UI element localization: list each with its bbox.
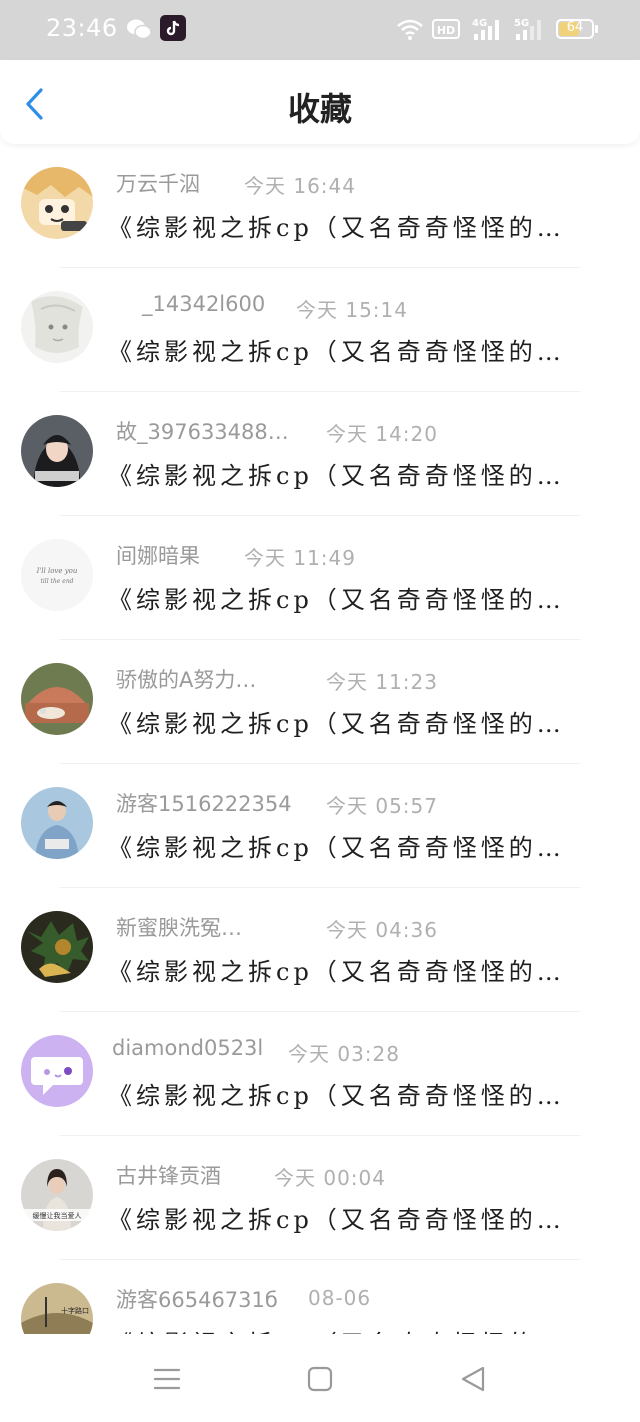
- system-nav-bar: [0, 1334, 640, 1422]
- status-bar: 23:46 HD 4G 5G 64: [0, 0, 640, 60]
- avatar-caption: till the end: [40, 578, 73, 585]
- username[interactable]: 游客66546731б: [116, 1284, 278, 1314]
- favorites-list[interactable]: 万云千泅 今天 16:44 《综影视之拆cp（又名奇奇怪怪的… _14342l6…: [0, 144, 640, 1334]
- wechat-icon: [127, 19, 152, 40]
- favorite-text[interactable]: 《综影视之拆cp（又名奇奇怪怪的…: [108, 952, 612, 987]
- list-item[interactable]: I'll love you till the end 间娜暗果 今天 11:49…: [0, 516, 640, 640]
- favorite-text[interactable]: 《综影视之拆cp（又名奇奇怪怪的…: [108, 1076, 612, 1111]
- list-item[interactable]: _14342l600 今天 15:14 《综影视之拆cp（又名奇奇怪怪的…: [0, 268, 640, 392]
- menu-icon[interactable]: [152, 1364, 182, 1394]
- list-item[interactable]: 缓慢让我当爱人 古井锋贡酒 今天 00:04 《综影视之拆cp（又名奇奇怪怪的…: [0, 1136, 640, 1260]
- avatar-caption: 缓慢让我当爱人: [33, 1211, 82, 1220]
- avatar[interactable]: [21, 663, 93, 735]
- list-item[interactable]: 骄傲的A努力… 今天 11:23 《综影视之拆cp（又名奇奇怪怪的…: [0, 640, 640, 764]
- username[interactable]: diamond0523l: [112, 1036, 263, 1060]
- header: 收藏: [0, 60, 640, 144]
- avatar[interactable]: [21, 787, 93, 859]
- avatar[interactable]: [21, 1035, 93, 1107]
- list-item[interactable]: 万云千泅 今天 16:44 《综影视之拆cp（又名奇奇怪怪的…: [0, 144, 640, 268]
- svg-text:HD: HD: [437, 24, 455, 37]
- avatar[interactable]: [21, 291, 93, 363]
- svg-text:5G: 5G: [514, 18, 529, 29]
- avatar[interactable]: [21, 911, 93, 983]
- username[interactable]: 游客1516222354: [116, 788, 292, 818]
- avatar[interactable]: 缓慢让我当爱人: [21, 1159, 93, 1231]
- favorite-text[interactable]: 《综影视之拆cp（又名奇奇怪怪的…: [108, 332, 612, 367]
- list-item[interactable]: 故_397633488… 今天 14:20 《综影视之拆cp（又名奇奇怪怪的…: [0, 392, 640, 516]
- timestamp: 今天 05:57: [326, 794, 438, 818]
- svg-text:4G: 4G: [472, 18, 487, 29]
- username[interactable]: 骄傲的A努力…: [116, 664, 256, 694]
- favorite-text[interactable]: 《综影视之拆cp（又名奇奇怪怪的…: [108, 580, 612, 615]
- timestamp: 今天 14:20: [326, 422, 438, 446]
- list-item[interactable]: diamond0523l 今天 03:28 《综影视之拆cp（又名奇奇怪怪的…: [0, 1012, 640, 1136]
- username[interactable]: 古井锋贡酒: [116, 1160, 221, 1190]
- avatar-caption: 十字路口: [61, 1306, 89, 1315]
- username[interactable]: 新蜜腴洗冤…: [116, 912, 242, 942]
- avatar-caption: I'll love you: [36, 567, 78, 575]
- timestamp: 08-06: [308, 1286, 372, 1310]
- battery-tip: [595, 25, 598, 33]
- status-time: 23:46: [46, 14, 118, 42]
- timestamp: 今天 16:44: [244, 174, 356, 198]
- timestamp: 今天 15:14: [296, 298, 408, 322]
- timestamp: 今天 04:36: [326, 918, 438, 942]
- timestamp: 今天 11:23: [326, 670, 438, 694]
- favorite-text[interactable]: 《综影视之拆cp（又名奇奇怪怪的…: [108, 828, 612, 863]
- timestamp: 今天 11:49: [244, 546, 356, 570]
- favorite-text[interactable]: 《综影视之拆cp（又名奇奇怪怪的…: [108, 1324, 612, 1334]
- avatar[interactable]: [21, 167, 93, 239]
- 5g-signal-icon: 5G: [514, 18, 541, 40]
- back-triangle-icon[interactable]: [458, 1364, 488, 1394]
- avatar[interactable]: 十字路口: [21, 1283, 93, 1334]
- home-square-icon[interactable]: [305, 1364, 335, 1394]
- timestamp: 今天 03:28: [288, 1042, 400, 1066]
- favorite-text[interactable]: 《综影视之拆cp（又名奇奇怪怪的…: [108, 704, 612, 739]
- username[interactable]: _14342l600: [142, 292, 265, 316]
- username[interactable]: 故_397633488…: [116, 416, 289, 446]
- list-item[interactable]: 十字路口 游客66546731б 08-06 《综影视之拆cp（又名奇奇怪怪的…: [0, 1260, 640, 1334]
- favorite-text[interactable]: 《综影视之拆cp（又名奇奇怪怪的…: [108, 456, 612, 491]
- wifi-icon: [397, 19, 423, 40]
- 4g-signal-icon: 4G: [472, 18, 499, 40]
- page-title: 收藏: [287, 90, 352, 128]
- avatar[interactable]: [21, 415, 93, 487]
- tiktok-icon: [160, 15, 186, 41]
- list-item[interactable]: 新蜜腴洗冤… 今天 04:36 《综影视之拆cp（又名奇奇怪怪的…: [0, 888, 640, 1012]
- username[interactable]: 间娜暗果: [116, 540, 200, 570]
- battery-text: 64: [566, 20, 584, 35]
- list-item[interactable]: 游客1516222354 今天 05:57 《综影视之拆cp（又名奇奇怪怪的…: [0, 764, 640, 888]
- battery-icon: 64: [556, 19, 594, 39]
- hd-icon: HD: [432, 19, 460, 39]
- favorite-text[interactable]: 《综影视之拆cp（又名奇奇怪怪的…: [108, 1200, 612, 1235]
- favorite-text[interactable]: 《综影视之拆cp（又名奇奇怪怪的…: [108, 208, 612, 243]
- username[interactable]: 万云千泅: [116, 168, 200, 198]
- avatar[interactable]: I'll love you till the end: [21, 539, 93, 611]
- timestamp: 今天 00:04: [274, 1166, 386, 1190]
